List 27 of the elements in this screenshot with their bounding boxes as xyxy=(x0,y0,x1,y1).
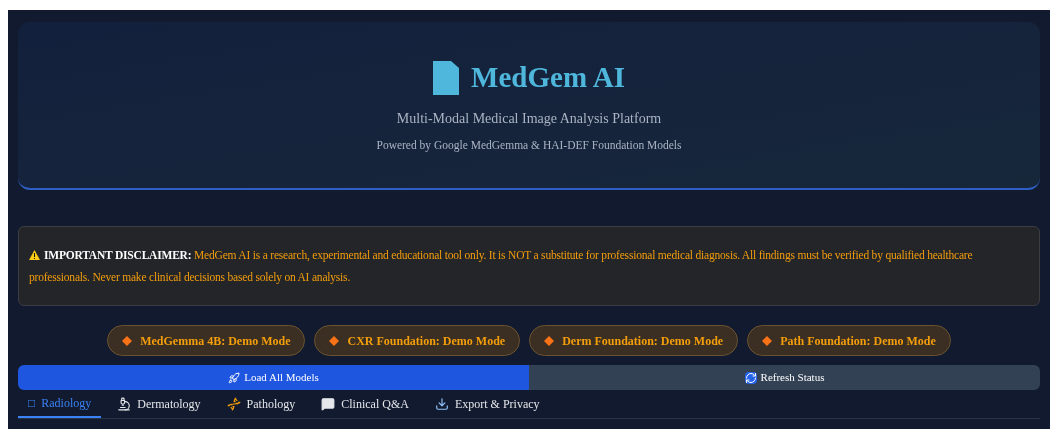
microscope-icon xyxy=(117,397,132,411)
file-icon xyxy=(433,60,460,95)
subtitle: Multi-Modal Medical Image Analysis Platform xyxy=(396,109,662,128)
tab[interactable]: Pathology xyxy=(216,390,306,418)
rocket-icon xyxy=(228,371,241,384)
refresh-status-button[interactable]: Refresh Status xyxy=(529,365,1040,390)
load-models-button[interactable]: Load All Models xyxy=(18,365,529,390)
status-badge: Derm Foundation: Demo Mode xyxy=(529,325,739,356)
diamond-icon xyxy=(762,335,773,346)
status-badge: MedGemma 4B: Demo Mode xyxy=(107,325,306,356)
warning-icon xyxy=(29,250,40,260)
diamond-icon xyxy=(122,335,133,346)
status-badge: CXR Foundation: Demo Mode xyxy=(314,325,521,356)
tab[interactable]: □ Radiology xyxy=(18,390,102,418)
diamond-icon xyxy=(329,335,340,346)
tab[interactable]: Dermatology xyxy=(107,390,211,418)
powered-by-text: Powered by Google MedGemma & HAI-DEF Foundation Models xyxy=(376,137,682,154)
refresh-icon xyxy=(744,371,757,384)
tray-icon xyxy=(434,397,449,411)
chat-icon xyxy=(321,397,336,411)
tab[interactable]: Export & Privacy xyxy=(424,390,550,418)
dna-icon xyxy=(226,397,241,411)
diamond-icon xyxy=(544,335,555,346)
disclaimer-text: IMPORTANT DISCLAIMER: MedGem AI is a research, experimental and educational tool only. It is NOT a substitute for professional medical diagnosis. All findings must be verified by qualified healthcare professionals. Never make clinical decisions based solely on AI analysis. xyxy=(29,248,974,286)
status-badge: Path Foundation: Demo Mode xyxy=(747,325,951,356)
tab[interactable]: Clinical Q&A xyxy=(311,390,419,418)
app-title: MedGem AI xyxy=(471,60,625,96)
